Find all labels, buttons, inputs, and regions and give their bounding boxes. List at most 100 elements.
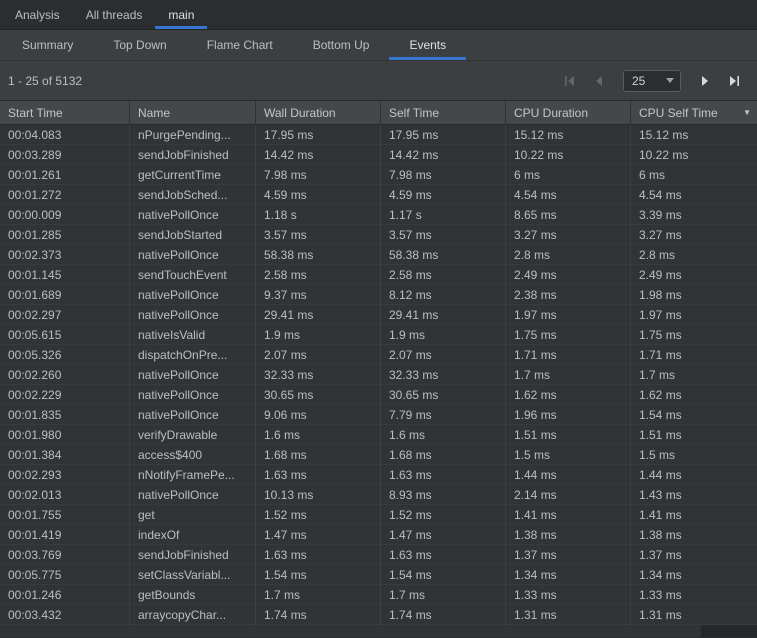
table-cell: nativePollOnce <box>130 485 256 505</box>
table-row[interactable]: 00:02.013nativePollOnce10.13 ms8.93 ms2.… <box>0 485 757 505</box>
table-row[interactable]: 00:01.980verifyDrawable1.6 ms1.6 ms1.51 … <box>0 425 757 445</box>
table-cell: 1.71 ms <box>631 345 757 365</box>
table-cell: 00:04.083 <box>0 125 130 145</box>
tab-all-threads[interactable]: All threads <box>73 0 156 29</box>
table-cell: 1.75 ms <box>631 325 757 345</box>
tab-analysis[interactable]: Analysis <box>2 0 73 29</box>
table-row[interactable]: 00:01.835nativePollOnce9.06 ms7.79 ms1.9… <box>0 405 757 425</box>
table-row[interactable]: 00:02.260nativePollOnce32.33 ms32.33 ms1… <box>0 365 757 385</box>
table-cell: setClassVariabl... <box>130 565 256 585</box>
column-header-name[interactable]: Name <box>130 101 256 124</box>
table-row[interactable]: 00:01.272sendJobSched...4.59 ms4.59 ms4.… <box>0 185 757 205</box>
table-cell: sendTouchEvent <box>130 265 256 285</box>
table-row[interactable]: 00:02.297nativePollOnce29.41 ms29.41 ms1… <box>0 305 757 325</box>
tab-bottom-up[interactable]: Bottom Up <box>293 30 390 60</box>
table-cell: 1.17 s <box>381 205 506 225</box>
table-cell: 1.6 ms <box>256 425 381 445</box>
horizontal-scrollbar-thumb[interactable] <box>701 625 757 637</box>
next-page-button[interactable] <box>694 70 716 92</box>
table-row[interactable]: 00:01.145sendTouchEvent2.58 ms2.58 ms2.4… <box>0 265 757 285</box>
table-cell: 10.13 ms <box>256 485 381 505</box>
table-row[interactable]: 00:01.419indexOf1.47 ms1.47 ms1.38 ms1.3… <box>0 525 757 545</box>
tab-top-down[interactable]: Top Down <box>93 30 186 60</box>
pagination-range: 1 - 25 of 5132 <box>8 74 82 88</box>
table-cell: 1.7 ms <box>631 365 757 385</box>
table-cell: 9.06 ms <box>256 405 381 425</box>
table-row[interactable]: 00:02.373nativePollOnce58.38 ms58.38 ms2… <box>0 245 757 265</box>
table-row[interactable]: 00:01.384access$4001.68 ms1.68 ms1.5 ms1… <box>0 445 757 465</box>
table-cell: 00:01.246 <box>0 585 130 605</box>
table-cell: 1.98 ms <box>631 285 757 305</box>
table-cell: 1.74 ms <box>381 605 506 625</box>
table-cell: nativePollOnce <box>130 285 256 305</box>
table-cell: 00:01.261 <box>0 165 130 185</box>
table-cell: 00:03.289 <box>0 145 130 165</box>
column-header-self-time[interactable]: Self Time <box>381 101 506 124</box>
table-cell: 2.38 ms <box>506 285 631 305</box>
page-size-select[interactable]: 25 <box>623 70 681 92</box>
table-cell: 00:02.260 <box>0 365 130 385</box>
table-row[interactable]: 00:05.775setClassVariabl...1.54 ms1.54 m… <box>0 565 757 585</box>
table-row[interactable]: 00:02.229nativePollOnce30.65 ms30.65 ms1… <box>0 385 757 405</box>
table-cell: 58.38 ms <box>381 245 506 265</box>
table-cell: 00:03.432 <box>0 605 130 625</box>
primary-tab-bar: AnalysisAll threadsmain <box>0 0 757 30</box>
table-cell: 1.9 ms <box>256 325 381 345</box>
tab-events[interactable]: Events <box>389 30 466 60</box>
table-cell: 1.51 ms <box>631 425 757 445</box>
table-cell: 2.58 ms <box>381 265 506 285</box>
tab-summary[interactable]: Summary <box>2 30 93 60</box>
table-cell: nativePollOnce <box>130 245 256 265</box>
last-page-button[interactable] <box>723 70 745 92</box>
first-page-button[interactable] <box>559 70 581 92</box>
table-cell: 00:05.326 <box>0 345 130 365</box>
table-cell: 00:00.009 <box>0 205 130 225</box>
table-cell: 00:05.615 <box>0 325 130 345</box>
table-cell: 3.57 ms <box>256 225 381 245</box>
table-row[interactable]: 00:02.293nNotifyFramePe...1.63 ms1.63 ms… <box>0 465 757 485</box>
table-cell: 1.33 ms <box>631 585 757 605</box>
tab-main[interactable]: main <box>155 0 207 29</box>
table-row[interactable]: 00:01.246getBounds1.7 ms1.7 ms1.33 ms1.3… <box>0 585 757 605</box>
table-cell: 1.38 ms <box>631 525 757 545</box>
table-cell: 00:03.769 <box>0 545 130 565</box>
table-cell: 15.12 ms <box>631 125 757 145</box>
column-header-cpu-self-time[interactable]: CPU Self Time▼ <box>631 101 757 124</box>
table-cell: 00:05.775 <box>0 565 130 585</box>
table-row[interactable]: 00:00.009nativePollOnce1.18 s1.17 s8.65 … <box>0 205 757 225</box>
table-cell: 00:01.419 <box>0 525 130 545</box>
column-header-cpu-duration[interactable]: CPU Duration <box>506 101 631 124</box>
table-cell: 2.8 ms <box>506 245 631 265</box>
table-row[interactable]: 00:03.289sendJobFinished14.42 ms14.42 ms… <box>0 145 757 165</box>
table-cell: 4.54 ms <box>506 185 631 205</box>
table-row[interactable]: 00:04.083nPurgePending...17.95 ms17.95 m… <box>0 125 757 145</box>
column-header-label: Wall Duration <box>264 106 336 120</box>
table-row[interactable]: 00:05.615nativeIsValid1.9 ms1.9 ms1.75 m… <box>0 325 757 345</box>
table-cell: nativePollOnce <box>130 305 256 325</box>
previous-page-button[interactable] <box>588 70 610 92</box>
table-cell: 9.37 ms <box>256 285 381 305</box>
tab-flame-chart[interactable]: Flame Chart <box>187 30 293 60</box>
table-row[interactable]: 00:03.432arraycopyChar...1.74 ms1.74 ms1… <box>0 605 757 625</box>
table-cell: 32.33 ms <box>256 365 381 385</box>
column-header-wall-duration[interactable]: Wall Duration <box>256 101 381 124</box>
table-cell: 7.79 ms <box>381 405 506 425</box>
table-row[interactable]: 00:01.689nativePollOnce9.37 ms8.12 ms2.3… <box>0 285 757 305</box>
table-row[interactable]: 00:05.326dispatchOnPre...2.07 ms2.07 ms1… <box>0 345 757 365</box>
table-cell: getBounds <box>130 585 256 605</box>
pager-controls: 25 <box>559 70 745 92</box>
table-row[interactable]: 00:01.261getCurrentTime7.98 ms7.98 ms6 m… <box>0 165 757 185</box>
table-cell: 1.5 ms <box>631 445 757 465</box>
table-cell: 1.44 ms <box>631 465 757 485</box>
table-cell: 1.52 ms <box>256 505 381 525</box>
table-cell: 30.65 ms <box>381 385 506 405</box>
column-header-start-time[interactable]: Start Time <box>0 101 130 124</box>
table-cell: 1.33 ms <box>506 585 631 605</box>
table-cell: 7.98 ms <box>256 165 381 185</box>
table-cell: 7.98 ms <box>381 165 506 185</box>
table-cell: 1.63 ms <box>256 465 381 485</box>
table-cell: 8.12 ms <box>381 285 506 305</box>
table-row[interactable]: 00:01.755get1.52 ms1.52 ms1.41 ms1.41 ms <box>0 505 757 525</box>
table-row[interactable]: 00:01.285sendJobStarted3.57 ms3.57 ms3.2… <box>0 225 757 245</box>
table-row[interactable]: 00:03.769sendJobFinished1.63 ms1.63 ms1.… <box>0 545 757 565</box>
